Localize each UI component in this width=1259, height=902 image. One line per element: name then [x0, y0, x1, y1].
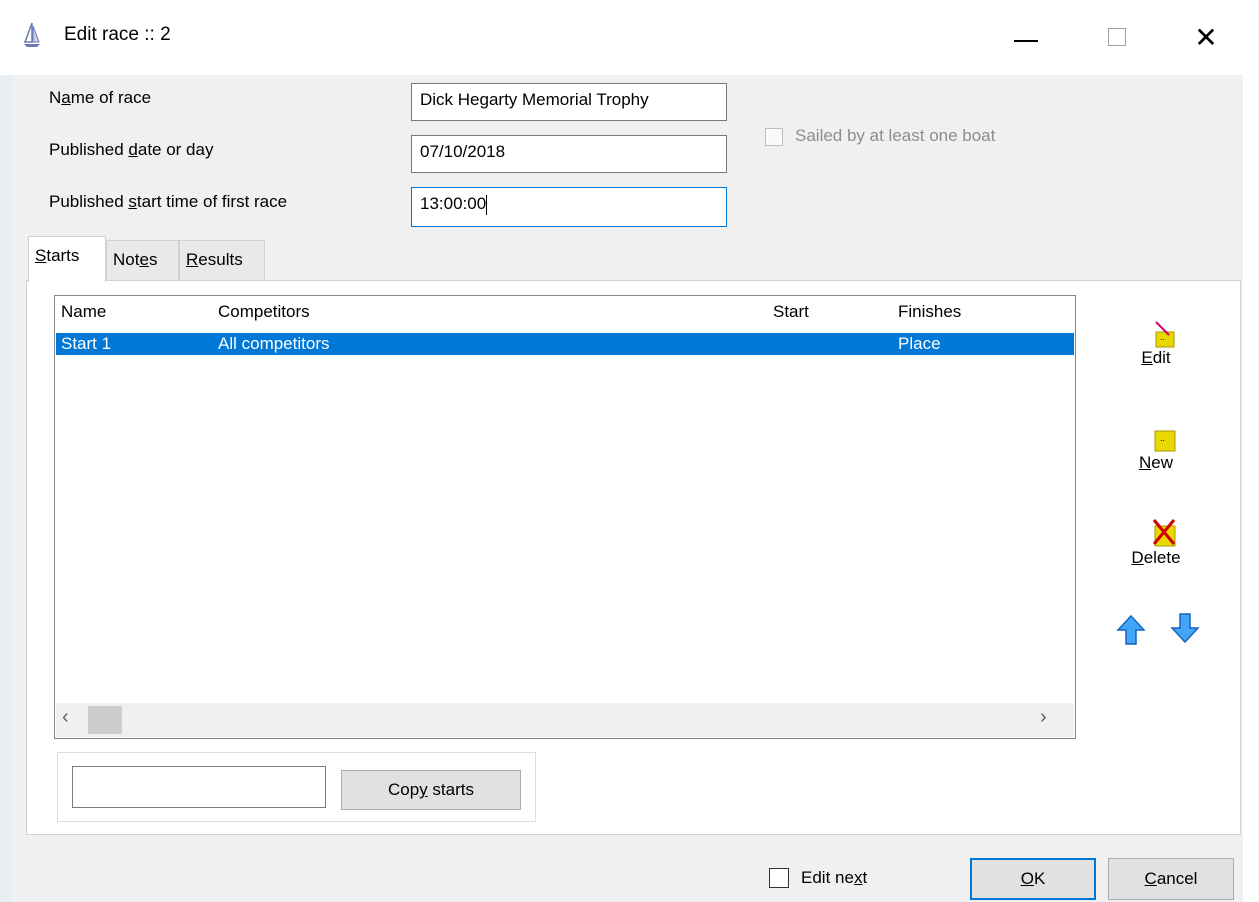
- scroll-thumb[interactable]: [88, 706, 122, 734]
- delete-label: Delete: [1131, 548, 1181, 567]
- edit-next-label: Edit next: [801, 868, 868, 887]
- column-header-finishes[interactable]: Finishes: [898, 302, 961, 322]
- starts-list[interactable]: [54, 295, 1076, 739]
- race-name-input[interactable]: Dick Hegarty Memorial Trophy: [411, 83, 727, 121]
- cancel-button[interactable]: Cancel: [1108, 858, 1234, 900]
- copy-starts-input[interactable]: [72, 766, 326, 808]
- app-sailboat-icon: [22, 22, 42, 48]
- race-name-label: Name of race: [49, 88, 152, 107]
- move-down-arrow-icon[interactable]: [1170, 612, 1200, 644]
- column-header-start[interactable]: Start: [773, 302, 809, 322]
- row-finishes-cell: Place: [898, 334, 941, 353]
- title-bar: [0, 0, 1259, 75]
- svg-text:..: ..: [1160, 333, 1165, 342]
- published-date-input[interactable]: 07/10/2018: [411, 135, 727, 173]
- row-competitors-cell: All competitors: [218, 334, 330, 353]
- window-title: Edit race :: 2: [64, 24, 171, 45]
- tab-results[interactable]: Results: [179, 240, 265, 280]
- sailed-by-boat-label: Sailed by at least one boat: [795, 126, 996, 145]
- sailed-by-boat-checkbox[interactable]: [765, 128, 783, 146]
- row-name-cell: Start 1: [61, 334, 112, 353]
- svg-text:..: ..: [1160, 434, 1165, 443]
- horizontal-scrollbar[interactable]: [56, 703, 1074, 737]
- new-item-icon: ..: [1154, 430, 1176, 452]
- new-start-button[interactable]: .. New: [1116, 425, 1196, 495]
- scroll-right-arrow-icon[interactable]: ›: [1040, 706, 1060, 734]
- tab-notes[interactable]: Notes: [106, 240, 179, 280]
- copy-starts-button[interactable]: Copy starts: [341, 770, 521, 810]
- delete-x-icon: [1152, 519, 1176, 547]
- edit-label: Edit: [1141, 348, 1171, 367]
- start-time-label: Published start time of first race: [49, 192, 288, 211]
- edit-pencil-icon: ..: [1155, 321, 1175, 348]
- ok-button[interactable]: OK: [970, 858, 1096, 900]
- move-up-arrow-icon[interactable]: [1116, 614, 1146, 646]
- scroll-left-arrow-icon[interactable]: ‹: [62, 706, 82, 734]
- start-time-input[interactable]: 13:00:00: [411, 187, 727, 227]
- published-date-label: Published date or day: [49, 140, 214, 159]
- edit-start-button[interactable]: .. Edit: [1116, 320, 1196, 390]
- delete-start-button[interactable]: Delete: [1116, 518, 1196, 588]
- column-header-competitors[interactable]: Competitors: [218, 302, 310, 322]
- minimize-button[interactable]: [1006, 18, 1046, 58]
- column-header-name[interactable]: Name: [61, 302, 106, 322]
- background-window-edge-right: [1243, 75, 1259, 902]
- new-label: New: [1138, 453, 1173, 472]
- tab-starts[interactable]: Starts: [28, 236, 106, 282]
- close-button[interactable]: ✕: [1186, 18, 1226, 58]
- edit-next-checkbox[interactable]: [769, 868, 789, 888]
- maximize-button[interactable]: [1096, 18, 1136, 58]
- background-window-edge: [0, 75, 12, 902]
